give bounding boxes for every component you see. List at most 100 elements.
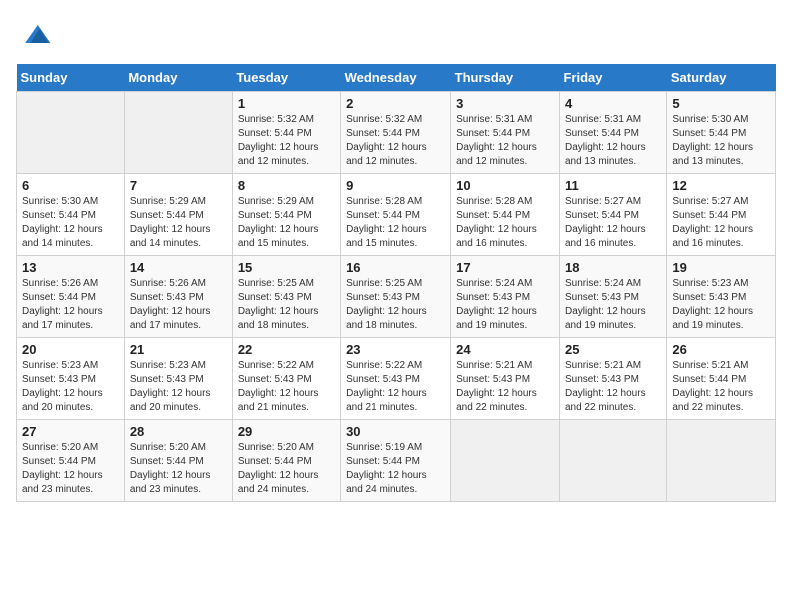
day-info: Sunrise: 5:29 AM Sunset: 5:44 PM Dayligh… <box>130 195 227 251</box>
day-number: 12 <box>672 178 770 193</box>
day-number: 15 <box>238 260 335 275</box>
day-info: Sunrise: 5:28 AM Sunset: 5:44 PM Dayligh… <box>346 195 445 251</box>
calendar-cell <box>451 420 560 502</box>
day-number: 1 <box>238 96 335 111</box>
day-info: Sunrise: 5:23 AM Sunset: 5:43 PM Dayligh… <box>672 277 770 333</box>
day-info: Sunrise: 5:21 AM Sunset: 5:44 PM Dayligh… <box>672 359 770 415</box>
calendar-cell: 12 Sunrise: 5:27 AM Sunset: 5:44 PM Dayli… <box>667 174 776 256</box>
day-info: Sunrise: 5:19 AM Sunset: 5:44 PM Dayligh… <box>346 441 445 497</box>
day-info: Sunrise: 5:25 AM Sunset: 5:43 PM Dayligh… <box>346 277 445 333</box>
calendar-cell: 22Sunrise: 5:22 AM Sunset: 5:43 PM Dayli… <box>232 338 340 420</box>
calendar-cell: 1 Sunrise: 5:32 AM Sunset: 5:44 PM Daylig… <box>232 92 340 174</box>
calendar-cell: 3Sunrise: 5:31 AM Sunset: 5:44 PM Daylig… <box>451 92 560 174</box>
day-info: Sunrise: 5:25 AM Sunset: 5:43 PM Dayligh… <box>238 277 335 333</box>
day-number: 11 <box>565 178 661 193</box>
col-header-thursday: Thursday <box>451 64 560 92</box>
calendar-cell: 15 Sunrise: 5:25 AM Sunset: 5:43 PM Dayli… <box>232 256 340 338</box>
day-number: 22 <box>238 342 335 357</box>
day-info: Sunrise: 5:21 AM Sunset: 5:43 PM Dayligh… <box>456 359 554 415</box>
calendar-cell: 23 Sunrise: 5:22 AM Sunset: 5:43 PM Dayli… <box>341 338 451 420</box>
day-number: 24 <box>456 342 554 357</box>
calendar-cell <box>559 420 666 502</box>
day-number: 17 <box>456 260 554 275</box>
day-number: 14 <box>130 260 227 275</box>
logo <box>16 16 54 52</box>
calendar-cell: 13 Sunrise: 5:26 AM Sunset: 5:44 PM Dayli… <box>17 256 125 338</box>
day-info: Sunrise: 5:31 AM Sunset: 5:44 PM Dayligh… <box>565 113 661 169</box>
calendar-cell: 4 Sunrise: 5:31 AM Sunset: 5:44 PM Daylig… <box>559 92 666 174</box>
calendar-cell: 2 Sunrise: 5:32 AM Sunset: 5:44 PM Daylig… <box>341 92 451 174</box>
day-info: Sunrise: 5:32 AM Sunset: 5:44 PM Dayligh… <box>346 113 445 169</box>
day-info: Sunrise: 5:29 AM Sunset: 5:44 PM Dayligh… <box>238 195 335 251</box>
calendar-cell: 27 Sunrise: 5:20 AM Sunset: 5:44 PM Dayli… <box>17 420 125 502</box>
day-number: 20 <box>22 342 119 357</box>
calendar-cell: 20 Sunrise: 5:23 AM Sunset: 5:43 PM Dayli… <box>17 338 125 420</box>
col-header-wednesday: Wednesday <box>341 64 451 92</box>
day-number: 26 <box>672 342 770 357</box>
day-info: Sunrise: 5:20 AM Sunset: 5:44 PM Dayligh… <box>22 441 119 497</box>
col-header-friday: Friday <box>559 64 666 92</box>
day-info: Sunrise: 5:27 AM Sunset: 5:44 PM Dayligh… <box>565 195 661 251</box>
day-number: 29 <box>238 424 335 439</box>
day-number: 2 <box>346 96 445 111</box>
calendar-cell: 24 Sunrise: 5:21 AM Sunset: 5:43 PM Dayli… <box>451 338 560 420</box>
day-info: Sunrise: 5:23 AM Sunset: 5:43 PM Dayligh… <box>22 359 119 415</box>
day-info: Sunrise: 5:23 AM Sunset: 5:43 PM Dayligh… <box>130 359 227 415</box>
day-info: Sunrise: 5:30 AM Sunset: 5:44 PM Dayligh… <box>22 195 119 251</box>
calendar-cell: 5 Sunrise: 5:30 AM Sunset: 5:44 PM Daylig… <box>667 92 776 174</box>
day-number: 13 <box>22 260 119 275</box>
calendar-cell: 11 Sunrise: 5:27 AM Sunset: 5:44 PM Dayli… <box>559 174 666 256</box>
calendar-cell: 28 Sunrise: 5:20 AM Sunset: 5:44 PM Dayli… <box>124 420 232 502</box>
calendar-cell: 26 Sunrise: 5:21 AM Sunset: 5:44 PM Dayli… <box>667 338 776 420</box>
calendar-cell: 21Sunrise: 5:23 AM Sunset: 5:43 PM Dayli… <box>124 338 232 420</box>
day-info: Sunrise: 5:24 AM Sunset: 5:43 PM Dayligh… <box>456 277 554 333</box>
calendar-cell: 17 Sunrise: 5:24 AM Sunset: 5:43 PM Dayli… <box>451 256 560 338</box>
calendar-cell: 16 Sunrise: 5:25 AM Sunset: 5:43 PM Dayli… <box>341 256 451 338</box>
calendar-cell: 25 Sunrise: 5:21 AM Sunset: 5:43 PM Dayli… <box>559 338 666 420</box>
day-number: 6 <box>22 178 119 193</box>
day-info: Sunrise: 5:28 AM Sunset: 5:44 PM Dayligh… <box>456 195 554 251</box>
day-number: 30 <box>346 424 445 439</box>
day-number: 5 <box>672 96 770 111</box>
calendar-cell: 19 Sunrise: 5:23 AM Sunset: 5:43 PM Dayli… <box>667 256 776 338</box>
day-number: 25 <box>565 342 661 357</box>
day-info: Sunrise: 5:27 AM Sunset: 5:44 PM Dayligh… <box>672 195 770 251</box>
calendar-cell: 10 Sunrise: 5:28 AM Sunset: 5:44 PM Dayli… <box>451 174 560 256</box>
col-header-saturday: Saturday <box>667 64 776 92</box>
day-number: 3 <box>456 96 554 111</box>
col-header-tuesday: Tuesday <box>232 64 340 92</box>
day-number: 10 <box>456 178 554 193</box>
day-number: 28 <box>130 424 227 439</box>
day-info: Sunrise: 5:32 AM Sunset: 5:44 PM Dayligh… <box>238 113 335 169</box>
calendar-cell: 9Sunrise: 5:28 AM Sunset: 5:44 PM Daylig… <box>341 174 451 256</box>
day-info: Sunrise: 5:22 AM Sunset: 5:43 PM Dayligh… <box>346 359 445 415</box>
day-info: Sunrise: 5:30 AM Sunset: 5:44 PM Dayligh… <box>672 113 770 169</box>
day-number: 7 <box>130 178 227 193</box>
day-number: 18 <box>565 260 661 275</box>
col-header-sunday: Sunday <box>17 64 125 92</box>
calendar-table: SundayMondayTuesdayWednesdayThursdayFrid… <box>16 64 776 502</box>
day-number: 23 <box>346 342 445 357</box>
page-header <box>16 16 776 52</box>
day-number: 16 <box>346 260 445 275</box>
calendar-cell <box>124 92 232 174</box>
calendar-cell <box>17 92 125 174</box>
day-number: 4 <box>565 96 661 111</box>
day-number: 19 <box>672 260 770 275</box>
calendar-cell: 30 Sunrise: 5:19 AM Sunset: 5:44 PM Dayli… <box>341 420 451 502</box>
calendar-cell: 29 Sunrise: 5:20 AM Sunset: 5:44 PM Dayli… <box>232 420 340 502</box>
day-number: 8 <box>238 178 335 193</box>
day-info: Sunrise: 5:20 AM Sunset: 5:44 PM Dayligh… <box>238 441 335 497</box>
day-info: Sunrise: 5:20 AM Sunset: 5:44 PM Dayligh… <box>130 441 227 497</box>
col-header-monday: Monday <box>124 64 232 92</box>
calendar-cell: 18 Sunrise: 5:24 AM Sunset: 5:43 PM Dayli… <box>559 256 666 338</box>
day-info: Sunrise: 5:26 AM Sunset: 5:43 PM Dayligh… <box>130 277 227 333</box>
calendar-cell: 6 Sunrise: 5:30 AM Sunset: 5:44 PM Daylig… <box>17 174 125 256</box>
calendar-cell: 14 Sunrise: 5:26 AM Sunset: 5:43 PM Dayli… <box>124 256 232 338</box>
day-info: Sunrise: 5:26 AM Sunset: 5:44 PM Dayligh… <box>22 277 119 333</box>
day-info: Sunrise: 5:21 AM Sunset: 5:43 PM Dayligh… <box>565 359 661 415</box>
day-number: 27 <box>22 424 119 439</box>
day-info: Sunrise: 5:24 AM Sunset: 5:43 PM Dayligh… <box>565 277 661 333</box>
logo-icon <box>18 16 54 52</box>
calendar-cell: 7 Sunrise: 5:29 AM Sunset: 5:44 PM Daylig… <box>124 174 232 256</box>
